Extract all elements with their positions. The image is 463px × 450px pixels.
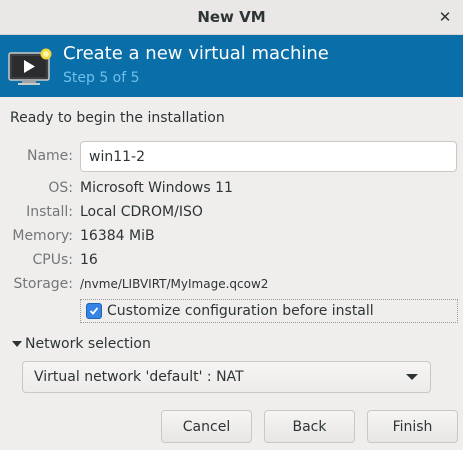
cpus-label: CPUs: xyxy=(32,252,73,268)
memory-value: 16384 MiB xyxy=(80,228,155,244)
storage-label: Storage: xyxy=(13,276,74,292)
vm-name-input[interactable] xyxy=(80,141,457,172)
back-button[interactable]: Back xyxy=(264,410,355,443)
network-dropdown[interactable]: Virtual network 'default' : NAT xyxy=(22,361,431,393)
checkbox-checked-icon[interactable] xyxy=(86,303,102,319)
storage-value: /nvme/LIBVIRT/MyImage.qcow2 xyxy=(80,277,269,291)
network-selection-label[interactable]: Network selection xyxy=(25,336,151,352)
vm-play-icon xyxy=(8,48,52,85)
memory-label: Memory: xyxy=(12,228,73,244)
install-value: Local CDROM/ISO xyxy=(80,204,203,220)
cancel-button[interactable]: Cancel xyxy=(161,410,252,443)
customize-checkbox[interactable]: Customize configuration before install xyxy=(80,299,458,323)
network-dropdown-value: Virtual network 'default' : NAT xyxy=(34,369,244,385)
banner-heading: Create a new virtual machine xyxy=(63,43,329,64)
os-value: Microsoft Windows 11 xyxy=(80,180,233,196)
ready-text: Ready to begin the installation xyxy=(10,110,225,126)
header-banner: Create a new virtual machine Step 5 of 5 xyxy=(0,35,463,97)
customize-label[interactable]: Customize configuration before install xyxy=(107,303,374,319)
network-selection-expander[interactable]: Network selection xyxy=(12,336,151,352)
triangle-down-icon[interactable] xyxy=(12,340,22,348)
step-indicator: Step 5 of 5 xyxy=(63,70,140,86)
dropdown-arrow-icon xyxy=(406,374,418,380)
os-label: OS: xyxy=(48,180,73,196)
finish-button[interactable]: Finish xyxy=(367,410,458,443)
window-title: New VM xyxy=(197,8,266,26)
name-label: Name: xyxy=(26,148,73,164)
install-label: Install: xyxy=(26,204,73,220)
cpus-value: 16 xyxy=(80,252,98,268)
title-bar: New VM ✕ xyxy=(0,0,463,35)
close-icon[interactable]: ✕ xyxy=(435,7,455,27)
